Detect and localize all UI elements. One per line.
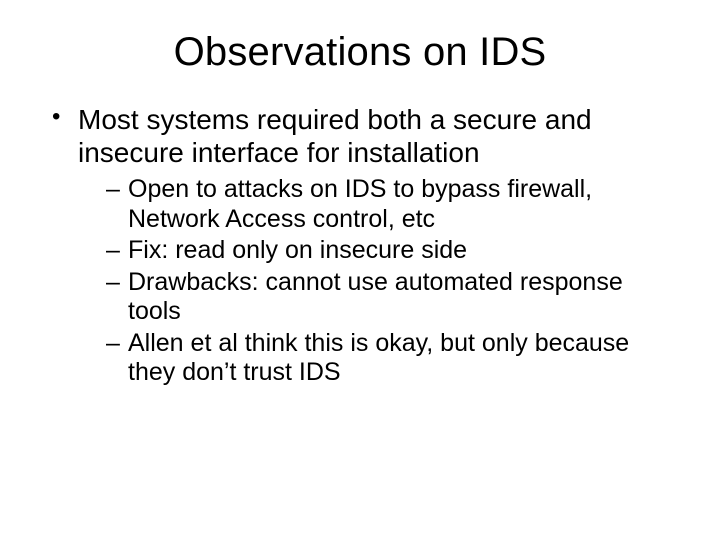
list-item: Allen et al think this is okay, but only… xyxy=(106,329,680,388)
bullet-list: Most systems required both a secure and … xyxy=(40,103,680,388)
list-item: Most systems required both a secure and … xyxy=(50,103,680,388)
slide: Observations on IDS Most systems require… xyxy=(0,0,720,540)
sub-bullet-text: Allen et al think this is okay, but only… xyxy=(128,329,629,387)
sub-bullet-text: Open to attacks on IDS to bypass firewal… xyxy=(128,175,592,233)
list-item: Open to attacks on IDS to bypass firewal… xyxy=(106,175,680,234)
sub-bullet-text: Drawbacks: cannot use automated response… xyxy=(128,268,623,326)
sub-bullet-text: Fix: read only on insecure side xyxy=(128,236,467,264)
sub-bullet-list: Open to attacks on IDS to bypass firewal… xyxy=(78,175,680,388)
bullet-text: Most systems required both a secure and … xyxy=(78,104,592,168)
list-item: Fix: read only on insecure side xyxy=(106,236,680,266)
list-item: Drawbacks: cannot use automated response… xyxy=(106,268,680,327)
slide-title: Observations on IDS xyxy=(40,30,680,75)
